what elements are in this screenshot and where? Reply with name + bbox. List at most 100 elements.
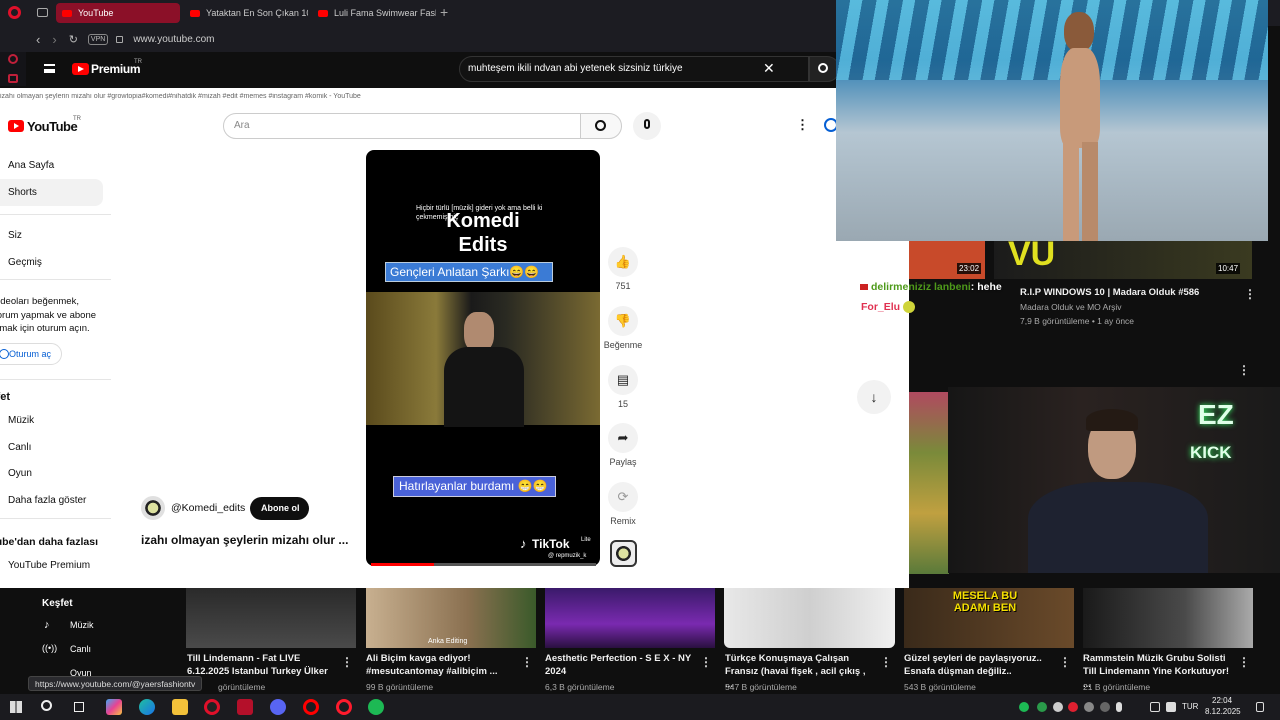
tab-youtube[interactable]: YouTube bbox=[56, 3, 180, 23]
dislike-button[interactable]: 👎 bbox=[608, 306, 638, 336]
sidebar-item-premium[interactable]: YouTube Premium bbox=[8, 560, 90, 571]
video-title-5[interactable]: Güzel şeyleri de paylaşıyoruz.. Esnafa d… bbox=[904, 652, 1054, 678]
more-icon[interactable]: ⋮ bbox=[1244, 287, 1256, 301]
right-video-thumb-2[interactable]: VU 10:47 bbox=[994, 235, 1252, 279]
taskbar-date[interactable]: 8.12.2025 bbox=[1205, 707, 1241, 716]
discord-icon[interactable] bbox=[270, 699, 286, 715]
sidebar-show-more[interactable]: Daha fazla göster bbox=[8, 495, 86, 506]
clear-search-icon[interactable]: ✕ bbox=[763, 60, 775, 77]
channel-avatar[interactable] bbox=[141, 496, 165, 520]
next-short-button[interactable]: ↓ bbox=[857, 380, 891, 414]
more-icon[interactable]: ⋮ bbox=[1238, 655, 1250, 669]
app-icon[interactable] bbox=[237, 699, 253, 715]
chat-message: For_Elu bbox=[861, 301, 916, 314]
microphone-tray-icon[interactable] bbox=[1116, 702, 1122, 712]
opera-logo-icon[interactable] bbox=[8, 6, 21, 19]
remix-button[interactable]: ⟳ bbox=[608, 482, 638, 512]
url-text[interactable]: www.youtube.com bbox=[133, 34, 214, 45]
right-video-channel[interactable]: Madara Olduk ve MO Arşiv bbox=[1020, 302, 1122, 312]
youtube-logo-icon[interactable] bbox=[72, 63, 89, 75]
video-thumb-2[interactable]: Anka Editing bbox=[366, 588, 536, 648]
right-video-thumb-3[interactable] bbox=[909, 392, 949, 574]
messenger-icon[interactable] bbox=[8, 54, 18, 64]
video-thumb-4[interactable] bbox=[724, 588, 895, 648]
file-explorer-icon[interactable] bbox=[172, 699, 188, 715]
sidebar-item-shorts[interactable]: Shorts bbox=[0, 179, 103, 206]
language-indicator[interactable]: TUR bbox=[1182, 702, 1198, 711]
sidebar-divider bbox=[0, 279, 111, 280]
tray-icon[interactable] bbox=[1037, 702, 1047, 712]
login-button[interactable]: Oturum aç bbox=[0, 343, 62, 365]
subscribe-button[interactable]: Abone ol bbox=[250, 497, 309, 520]
tab-list-icon[interactable] bbox=[37, 8, 48, 17]
video-title-3[interactable]: Aesthetic Perfection - S E X - NY 2024 bbox=[545, 652, 695, 678]
discord-tray-icon[interactable] bbox=[1053, 702, 1063, 712]
popup-window-title: izahı olmayan şeylerin mizahı olur #grow… bbox=[0, 93, 361, 100]
sidebar-item-home[interactable]: Ana Sayfa bbox=[8, 160, 54, 171]
taskbar-time[interactable]: 22:04 bbox=[1212, 696, 1232, 705]
video-thumb-3[interactable] bbox=[545, 588, 715, 648]
short-progress-bar[interactable] bbox=[371, 563, 596, 566]
opera-gx-icon[interactable] bbox=[204, 699, 220, 715]
volume-icon[interactable] bbox=[1166, 702, 1176, 712]
menu-icon[interactable] bbox=[44, 64, 55, 73]
opera-browser-icon[interactable] bbox=[336, 699, 352, 715]
sidebar-item-gaming[interactable]: Oyun bbox=[8, 468, 32, 479]
notification-icon[interactable] bbox=[1256, 702, 1264, 712]
sidebar-item-music[interactable]: Müzik bbox=[8, 415, 34, 426]
popup-search-button[interactable] bbox=[580, 113, 622, 139]
sound-avatar[interactable] bbox=[610, 540, 637, 567]
more-icon[interactable]: ⋮ bbox=[1059, 655, 1071, 669]
spotify-tray-icon[interactable] bbox=[1019, 702, 1029, 712]
tray-icon[interactable] bbox=[1068, 702, 1078, 712]
comments-button[interactable]: ▤ bbox=[608, 365, 638, 395]
chat-user: For_Elu bbox=[861, 301, 901, 313]
popup-search-input[interactable]: Ara bbox=[223, 113, 581, 139]
share-button[interactable]: ➦ bbox=[608, 423, 638, 453]
popup-youtube-logo-icon[interactable] bbox=[8, 120, 24, 132]
right-video-title[interactable]: R.I.P WINDOWS 10 | Madara Olduk #586 bbox=[1020, 287, 1199, 298]
sidebar-item-live[interactable]: Canlı bbox=[8, 442, 31, 453]
more-icon[interactable]: ⋮ bbox=[700, 655, 712, 669]
search-input[interactable]: muhteşem ikili ndvan abi yetenek sizsini… bbox=[468, 63, 683, 74]
edge-icon[interactable] bbox=[139, 699, 155, 715]
short-video-player[interactable]: Hiçbir türlü [müzik] gideri yok ama bell… bbox=[366, 150, 600, 566]
short-title[interactable]: izahı olmayan şeylerin mizahı olur ... bbox=[141, 533, 365, 547]
new-tab-button[interactable]: + bbox=[440, 4, 448, 20]
opera-icon[interactable] bbox=[303, 699, 319, 715]
more-icon[interactable]: ⋮ bbox=[521, 655, 533, 669]
reload-icon[interactable]: ↻ bbox=[69, 33, 78, 46]
copilot-icon[interactable] bbox=[106, 699, 122, 715]
more-options-icon[interactable]: ⋮ bbox=[796, 117, 809, 133]
video-thumb-6[interactable] bbox=[1083, 588, 1253, 648]
spotify-icon[interactable] bbox=[368, 699, 384, 715]
right-video-thumb-1[interactable]: 23:02 bbox=[909, 241, 985, 279]
more-icon[interactable]: ⋮ bbox=[880, 655, 892, 669]
network-icon[interactable] bbox=[1150, 702, 1160, 712]
video-views-4: 547 B görüntüleme bbox=[725, 682, 797, 692]
video-thumb-5[interactable]: MESELA BU ADAMı BEN bbox=[904, 588, 1074, 648]
sidebar-item-you[interactable]: Siz bbox=[8, 230, 22, 241]
video-thumb-1[interactable] bbox=[186, 588, 356, 648]
tab-yataktan[interactable]: Yataktan En Son Çıkan 10... bbox=[184, 3, 308, 23]
forward-icon[interactable]: › bbox=[52, 32, 56, 47]
task-view-icon[interactable] bbox=[74, 702, 84, 712]
more-icon[interactable]: ⋮ bbox=[341, 655, 353, 669]
video-title-2[interactable]: Ali Biçim kavga ediyor! #mesutcantomay #… bbox=[366, 652, 516, 678]
wallet-icon[interactable] bbox=[8, 74, 18, 83]
search-field[interactable]: muhteşem ikili ndvan abi yetenek sizsini… bbox=[459, 56, 809, 82]
bottom-sidebar-music[interactable]: Müzik bbox=[70, 620, 94, 630]
like-button[interactable]: 👍 bbox=[608, 247, 638, 277]
sidebar-item-history[interactable]: Geçmiş bbox=[8, 257, 42, 268]
more-icon[interactable]: ⋮ bbox=[1238, 363, 1250, 377]
tray-icon[interactable] bbox=[1100, 702, 1110, 712]
tab-luli-fama[interactable]: Luli Fama Swimwear Fash... bbox=[312, 3, 436, 23]
channel-name[interactable]: @Komedi_edits bbox=[171, 502, 245, 514]
search-icon[interactable] bbox=[41, 700, 52, 711]
windows-start-icon[interactable] bbox=[10, 701, 22, 713]
bottom-sidebar-live[interactable]: Canlı bbox=[70, 644, 91, 654]
tray-icon[interactable] bbox=[1084, 702, 1094, 712]
voice-search-button[interactable] bbox=[633, 112, 661, 140]
back-icon[interactable]: ‹ bbox=[36, 32, 40, 47]
vpn-badge[interactable]: VPN bbox=[87, 33, 109, 45]
